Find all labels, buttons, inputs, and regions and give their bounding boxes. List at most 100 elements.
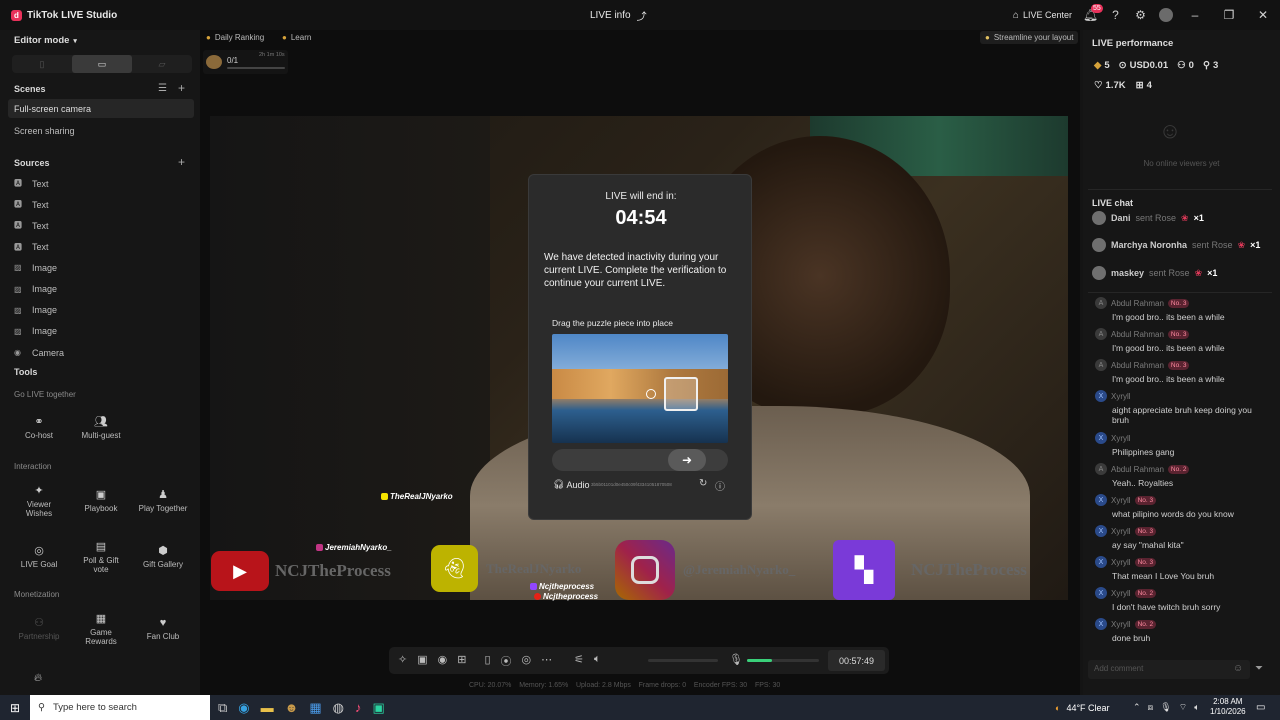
fan-level-badge: No. 3 [1167,360,1190,370]
source-item-text[interactable]: 🅰︎ Text [14,178,49,189]
editor-mode-dropdown[interactable]: Editor mode ▾ [14,35,77,46]
avatar: X [1095,390,1107,402]
chat-message[interactable]: X Xyryll aight appreciate bruh keep doing … [1095,390,1265,425]
chat-message[interactable]: A Abdul Rahman No. 3 I'm good bro.. its bee… [1095,359,1265,384]
live-info-button[interactable]: LIVE info ⤴ [590,0,647,30]
add-source-icon[interactable]: + [178,155,185,169]
youtube-handle-label: Ncjtheprocess [543,592,599,601]
more-icon[interactable]: ⋯ [541,653,552,669]
source-item-image[interactable]: ▨ Image [14,305,57,315]
mic-tray-icon[interactable]: 🎙︎ [1160,702,1171,713]
phone-preview-icon[interactable]: ▯ [484,653,490,669]
tiktok-taskbar-icon[interactable]: ♪ [355,700,362,716]
emoji-icon[interactable]: ☺ [1233,663,1243,674]
portrait-button[interactable]: ▯ [12,55,72,73]
source-item-text[interactable]: 🅰︎ Text [14,199,49,210]
live-studio-taskbar-icon[interactable]: ▣ [372,700,384,716]
wifi-icon[interactable]: ⌔ [1179,702,1187,713]
chat-message[interactable]: A Abdul Rahman No. 3 I'm good bro.. its bee… [1095,297,1265,322]
windows-start-icon[interactable]: ⊞ [0,695,30,720]
game-rewards-button[interactable]: ▦ Game Rewards [76,607,126,653]
task-view-icon[interactable]: ⧉ [218,700,227,716]
effects-icon[interactable]: ▣ [417,653,427,669]
add-scene-icon[interactable]: + [178,81,185,95]
network-icon[interactable]: ⧈ [1148,702,1154,713]
daily-ranking-button[interactable]: ● Daily Ranking [206,33,264,42]
gift-row-2: Marchya Noronha sent Rose ❀ ×1 [1092,238,1260,252]
dual-button[interactable]: ▱ [132,55,192,73]
source-item-image[interactable]: ▨ Image [14,326,57,336]
learn-button[interactable]: ● Learn [282,33,311,42]
fan-club-button[interactable]: ♥ Fan Club [138,607,188,653]
volume-icon[interactable]: 🔈︎ [1194,702,1199,713]
chat-message[interactable]: X Xyryll No. 3 That mean I Love You bruh [1095,556,1265,581]
poll-gift-vote-button[interactable]: ▤ Poll & Gift vote [76,535,126,581]
broadcast-icon[interactable]: ◎ [522,653,532,669]
chat-message[interactable]: A Abdul Rahman No. 3 I'm good bro.. its bee… [1095,328,1265,353]
info-icon[interactable]: ⓘ [715,478,725,493]
minimize-button[interactable]: – [1178,0,1212,30]
app-icon[interactable]: ☻ [285,700,299,716]
record-icon[interactable]: ⦿ [501,653,512,669]
gift-gallery-button[interactable]: ⬢ Gift Gallery [138,535,188,581]
chat-message[interactable]: X Xyryll No. 3 what pilipino words do you k… [1095,494,1265,519]
live-goal-button[interactable]: ◎ LIVE Goal [14,535,64,581]
chat-message[interactable]: X Xyryll No. 2 done bruh [1095,618,1265,643]
chat-message[interactable]: X Xyryll No. 3 ay say "mahal kita" [1095,525,1265,550]
chat-message[interactable]: A Abdul Rahman No. 2 Yeah.. Royalties [1095,463,1265,488]
live-center-button[interactable]: ⌂ LIVE Center [1007,0,1078,30]
microphone-icon[interactable]: 🎙︎ [729,653,743,666]
notifications-button[interactable]: 🔔︎ 55 [1078,0,1103,30]
filter-icon[interactable]: ⏷ [1255,663,1263,674]
search-icon: ⚲ [38,702,45,713]
scene-item-screen-sharing[interactable]: Screen sharing [14,126,75,136]
taskbar-search-box[interactable]: ⚲ Type here to search [30,695,210,720]
scene-item-full-screen-camera[interactable]: Full-screen camera [14,104,91,114]
edge-icon[interactable]: ◉ [238,700,249,716]
chevron-up-icon[interactable]: ⌃ [1133,702,1141,713]
source-item-text[interactable]: 🅰︎ Text [14,220,49,231]
source-item-image[interactable]: ▨ Image [14,263,57,273]
puzzle-piece[interactable] [646,389,656,399]
source-item-camera[interactable]: ◉ Camera [14,348,64,358]
goal-icon: ◎ [34,545,44,557]
play-together-button[interactable]: ♟ Play Together [138,479,188,525]
close-button[interactable]: ✕ [1246,0,1280,30]
speaker-icon[interactable]: 🔈︎ [594,653,601,669]
source-item-text[interactable]: 🅰︎ Text [14,242,49,253]
cohost-button[interactable]: ⚭ Co-host [14,406,64,452]
flame-icon[interactable]: 🔥︎ [34,672,42,685]
notification-badge: 55 [1091,4,1103,13]
partnership-button[interactable]: ⚇ Partnership [14,607,64,653]
notification-center-icon[interactable]: ▭ [1256,702,1265,713]
list-icon[interactable]: ☰ [158,83,167,94]
store-icon[interactable]: ▦ [309,700,321,716]
restore-button[interactable]: ❐ [1212,0,1246,30]
streamline-layout-button[interactable]: ● Streamline your layout [980,31,1079,44]
add-scene-screen-icon[interactable]: ⊞ [457,653,466,669]
source-item-image[interactable]: ▨ Image [14,284,57,294]
goal-widget[interactable]: 0/1 2h 1m 10s [203,50,288,74]
magic-wand-icon[interactable]: ✧ [398,653,407,669]
playbook-button[interactable]: ▣ Playbook [76,479,126,525]
settings-button[interactable]: ⚙ [1128,0,1153,30]
landscape-button[interactable]: ▭ [72,55,132,73]
audio-captcha-button[interactable]: 🎧︎ Audio [553,479,589,490]
chat-message[interactable]: X Xyryll No. 2 I don't have twitch bruh sor… [1095,587,1265,612]
chat-message[interactable]: X Xyryll Philippines gang [1095,432,1265,457]
speaker-volume-slider[interactable] [648,659,718,662]
mixer-icon[interactable]: ⚟ [574,653,584,669]
multiguest-button[interactable]: 👥︎ Multi-guest [76,406,126,452]
profile-avatar[interactable] [1153,0,1178,30]
weather-widget[interactable]: ◐ 44°F Clear [1055,703,1110,713]
add-comment-input[interactable]: Add comment [1088,660,1250,679]
viewer-wishes-button[interactable]: ✦ Viewer Wishes [14,479,64,525]
clock[interactable]: 2:08 AM 1/10/2026 [1210,697,1246,717]
help-button[interactable]: ? [1103,0,1128,30]
obs-icon[interactable]: ◍ [333,700,344,716]
slider-handle[interactable]: ➜ [668,449,706,471]
file-explorer-icon[interactable]: ▬ [261,700,274,716]
refresh-icon[interactable]: ↻ [699,478,707,489]
diamonds-value: 5 [1104,60,1110,71]
beauty-icon[interactable]: ◉ [438,653,448,669]
